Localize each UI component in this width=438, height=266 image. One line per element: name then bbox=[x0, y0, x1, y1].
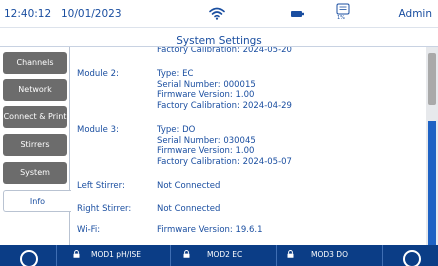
module3-button[interactable]: MOD3 DO bbox=[276, 245, 383, 266]
page-title: System Settings bbox=[176, 35, 262, 47]
right-stirrer-label: Right Stirrer: bbox=[77, 204, 132, 214]
wifi-label: Wi-Fi: bbox=[77, 225, 101, 235]
module2-button[interactable]: MOD2 EC bbox=[170, 245, 276, 266]
wifi-firmware: Firmware Version: 19.6.1 bbox=[157, 225, 263, 235]
storage-icon bbox=[336, 3, 350, 15]
battery-icon bbox=[291, 11, 304, 17]
user-label[interactable]: Admin bbox=[399, 8, 432, 20]
tab-system[interactable]: System bbox=[3, 162, 67, 184]
module3-firmware: Firmware Version: 1.00 bbox=[157, 146, 255, 156]
scrollbar[interactable] bbox=[426, 47, 438, 245]
tab-stirrers[interactable]: Stirrers bbox=[3, 134, 67, 156]
right-corner-button[interactable] bbox=[383, 245, 438, 266]
module1-calibration: Factory Calibration: 2024-05-20 bbox=[157, 47, 292, 55]
scroll-track[interactable] bbox=[428, 121, 436, 245]
left-stirrer-label: Left Stirrer: bbox=[77, 181, 125, 191]
ring-icon bbox=[403, 250, 421, 266]
tab-channels[interactable]: Channels bbox=[3, 52, 67, 74]
ring-icon bbox=[20, 250, 38, 266]
left-corner-button[interactable] bbox=[0, 245, 56, 266]
tab-connect-print[interactable]: Connect & Print bbox=[3, 106, 67, 128]
module3-label: Module 3: bbox=[77, 125, 119, 135]
module2-label: MOD2 EC bbox=[207, 250, 243, 259]
bottom-bar: MOD1 pH/ISE MOD2 EC MOD3 DO bbox=[0, 245, 438, 266]
info-content[interactable]: Factory Calibration: 2024-05-20 Module 2… bbox=[71, 47, 426, 245]
tab-network[interactable]: Network bbox=[3, 79, 67, 101]
status-date: 10/01/2023 bbox=[61, 8, 122, 20]
module2-firmware: Firmware Version: 1.00 bbox=[157, 90, 255, 100]
lock-icon bbox=[183, 250, 190, 258]
module2-serial: Serial Number: 000015 bbox=[157, 79, 256, 90]
module3-label: MOD3 DO bbox=[311, 250, 348, 259]
left-stirrer-value: Not Connected bbox=[157, 181, 221, 191]
storage-percent: 1% bbox=[337, 15, 345, 21]
wifi-icon bbox=[209, 7, 225, 20]
status-time: 12:40:12 bbox=[4, 8, 52, 20]
module2-calibration: Factory Calibration: 2024-04-29 bbox=[157, 100, 292, 111]
module3-calibration: Factory Calibration: 2024-05-07 bbox=[157, 156, 292, 167]
module2-type: Type: EC bbox=[157, 69, 194, 79]
module1-label: MOD1 pH/ISE bbox=[91, 250, 141, 259]
module1-button[interactable]: MOD1 pH/ISE bbox=[56, 245, 170, 266]
page-title-bar: System Settings bbox=[0, 29, 438, 47]
module3-serial: Serial Number: 030045 bbox=[157, 135, 256, 146]
scroll-thumb[interactable] bbox=[428, 53, 436, 105]
right-stirrer-value: Not Connected bbox=[157, 204, 221, 214]
lock-icon bbox=[287, 250, 294, 258]
tab-info[interactable]: Info bbox=[3, 190, 71, 212]
lock-icon bbox=[73, 250, 80, 258]
status-bar: 12:40:12 10/01/2023 1% Admin bbox=[0, 0, 438, 28]
module3-type: Type: DO bbox=[157, 125, 196, 135]
module2-label: Module 2: bbox=[77, 69, 119, 79]
sidebar: Channels Network Connect & Print Stirrer… bbox=[0, 47, 71, 245]
